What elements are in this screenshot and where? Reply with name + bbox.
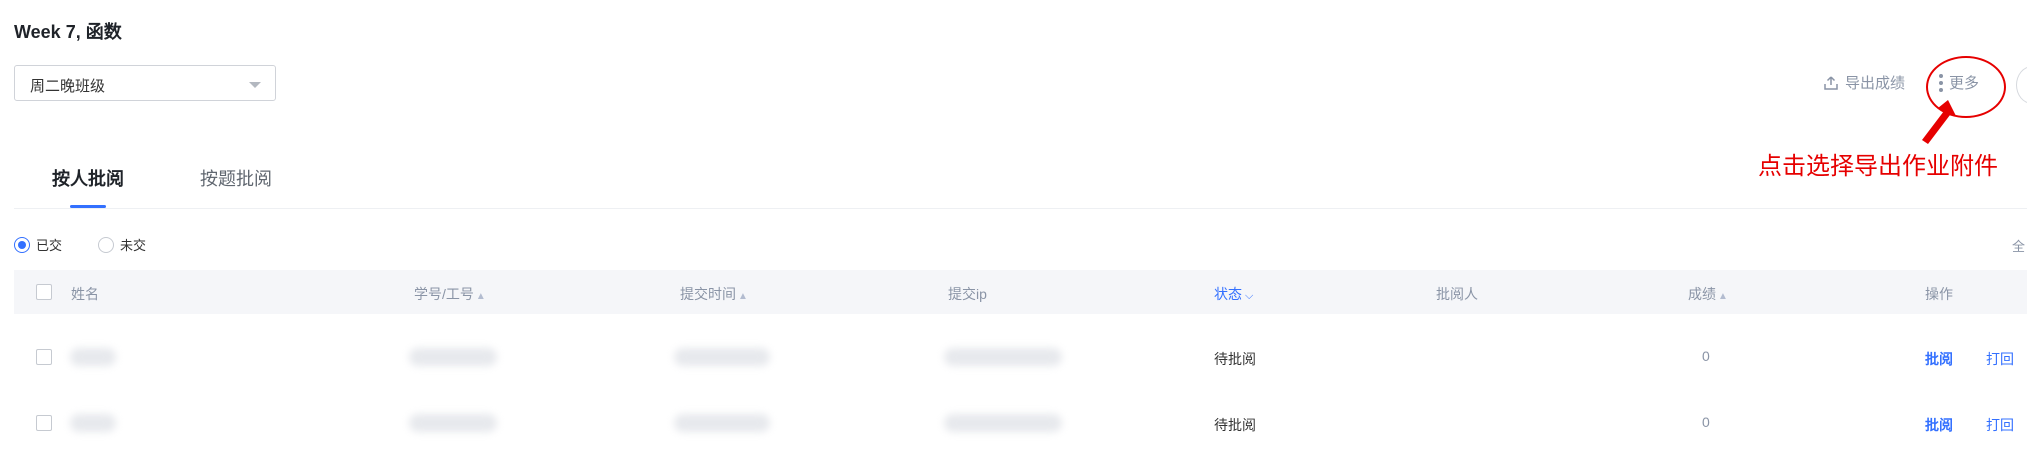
select-all-checkbox[interactable] [36,284,52,300]
table-row: 待批阅 0 批阅 打回 [14,328,2027,388]
redacted-submit-time [674,348,770,366]
chevron-down-icon: ⌵ [1245,290,1254,302]
tab-review-by-person[interactable]: 按人批阅 [52,165,124,191]
row-status: 待批阅 [1214,351,1256,367]
tab-review-by-question[interactable]: 按题批阅 [200,165,272,191]
review-link[interactable]: 批阅 [1925,415,1953,435]
col-status-label: 状态 [1214,286,1242,302]
redacted-student-id [409,414,497,432]
redacted-submit-time [674,414,770,432]
filter-submitted-label: 已交 [36,238,63,253]
class-select[interactable]: 周二晚班级 [14,65,276,101]
class-select-value: 周二晚班级 [30,78,106,95]
table-row: 待批阅 0 批阅 打回 [14,394,2027,454]
redacted-submit-ip [944,348,1062,366]
export-grades-button[interactable]: 导出成绩 [1823,72,1905,93]
tab-divider [14,208,2027,209]
row-score: 0 [1702,348,1710,364]
col-grader: 批阅人 [1436,286,1478,302]
upload-icon [1824,75,1838,90]
col-submit-time[interactable]: 提交时间 ▲ [680,284,748,304]
redacted-student-id [409,348,497,366]
table-header: 姓名 学号/工号 ▲ 提交时间 ▲ 提交ip 状态 ⌵ 批阅人 成绩 ▲ 操作 [14,270,2027,314]
col-submit-ip: 提交ip [948,286,987,302]
sort-arrow-icon: ▲ [738,291,748,302]
filter-unsubmitted-radio[interactable]: 未交 [98,235,146,254]
sort-arrow-icon: ▲ [475,291,486,302]
annotation-text: 点击选择导出作业附件 [1758,153,1998,180]
partial-button[interactable] [2016,66,2027,104]
col-status[interactable]: 状态 ⌵ [1214,284,1253,304]
filter-unsubmitted-label: 未交 [120,238,147,253]
col-name: 姓名 [71,286,99,302]
return-link[interactable]: 打回 [1986,349,2014,369]
redacted-submit-ip [944,414,1062,432]
row-score: 0 [1702,414,1710,430]
filter-right-text[interactable]: 全 [2012,236,2025,255]
annotation-arrow-icon [1922,100,1956,144]
sort-arrow-icon: ▲ [1718,291,1728,302]
col-student-id-label: 学号/工号 [414,286,474,302]
col-student-id[interactable]: 学号/工号 ▲ [414,284,486,304]
row-checkbox[interactable] [36,415,52,431]
return-link[interactable]: 打回 [1986,415,2014,435]
redacted-name [70,414,116,432]
row-status: 待批阅 [1214,417,1256,433]
review-link[interactable]: 批阅 [1925,349,1953,369]
radio-checked-icon [14,236,30,253]
row-checkbox[interactable] [36,349,52,365]
chevron-down-icon [249,82,261,88]
col-actions: 操作 [1925,286,1953,302]
col-submit-time-label: 提交时间 [680,286,736,302]
col-score[interactable]: 成绩 ▲ [1688,284,1728,304]
redacted-name [70,348,116,366]
filter-submitted-radio[interactable]: 已交 [14,235,62,254]
radio-unchecked-icon [98,236,114,253]
export-grades-label: 导出成绩 [1845,75,1906,92]
page-title: Week 7, 函数 [14,22,122,42]
col-score-label: 成绩 [1688,286,1716,302]
